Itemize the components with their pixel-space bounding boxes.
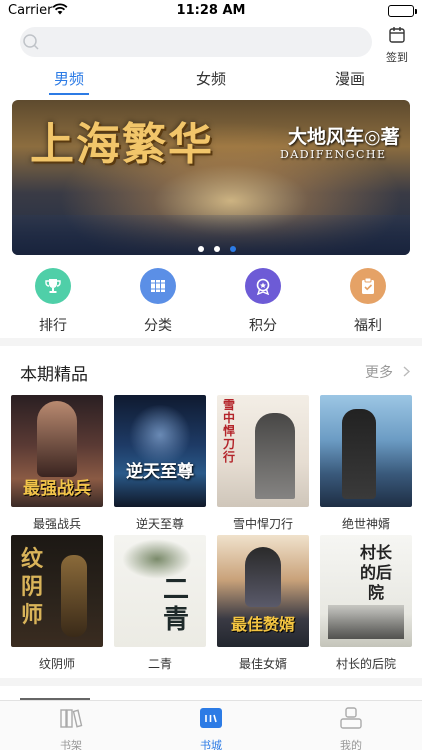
nav-points[interactable]: 积分	[233, 268, 293, 335]
banner-pinyin: DADIFENGCHE	[280, 148, 387, 161]
book-cover-title: 逆天至尊	[126, 462, 194, 482]
tab-profile[interactable]: 我的	[311, 707, 391, 750]
nav-welfare-label: 福利	[354, 318, 382, 334]
chevron-right-icon	[403, 365, 411, 381]
channel-tabs: 男频 女频 漫画	[0, 64, 422, 95]
search-input[interactable]	[20, 27, 372, 57]
book-cover-title: 纹阴师	[20, 546, 43, 628]
tab-female-label: 女频	[195, 70, 226, 88]
nav-ranking[interactable]: 排行	[23, 268, 83, 335]
book-item[interactable]: 二青 二青	[114, 535, 206, 672]
book-title: 村长的后院	[335, 657, 396, 671]
book-item[interactable]: 最强战兵 最强战兵	[11, 395, 103, 532]
book-title: 最强战兵	[32, 517, 81, 531]
book-cover: 雪中悍刀行	[217, 395, 309, 507]
page-dot-active[interactable]	[230, 246, 236, 252]
section-divider	[0, 338, 422, 346]
more-label: 更多	[365, 365, 393, 381]
section-divider	[0, 678, 422, 686]
tab-male[interactable]: 男频	[29, 68, 109, 95]
book-cover-title: 村长的后院	[359, 543, 392, 602]
trophy-icon	[35, 268, 71, 304]
checkin-button[interactable]: 签到	[384, 26, 410, 65]
book-item[interactable]: 村长的后院 村长的后院	[320, 535, 412, 672]
book-cover: 纹阴师	[11, 535, 103, 647]
book-title: 纹阴师	[38, 657, 75, 671]
more-link[interactable]: 更多	[365, 362, 411, 382]
battery-icon	[388, 5, 417, 17]
book-cover: 最强战兵	[11, 395, 103, 507]
nav-points-label: 积分	[249, 318, 277, 334]
banner-author: 大地风车◎著	[288, 126, 400, 148]
book-item[interactable]: 纹阴师 纹阴师	[11, 535, 103, 672]
gift-clipboard-icon	[350, 268, 386, 304]
calendar-icon	[384, 26, 410, 48]
book-title: 绝世神婿	[341, 517, 390, 531]
tab-bookshelf[interactable]: 书架	[31, 707, 111, 750]
tab-bookshelf-label: 书架	[60, 739, 82, 750]
tab-bookstore[interactable]: 书城	[171, 707, 251, 750]
book-cover: 村长的后院	[320, 535, 412, 647]
nav-category-label: 分类	[144, 318, 172, 334]
book-item[interactable]: 逆天至尊 逆天至尊	[114, 395, 206, 532]
tab-comic-label: 漫画	[334, 70, 365, 88]
book-cover	[320, 395, 412, 507]
tab-bookstore-label: 书城	[200, 739, 222, 750]
book-item[interactable]: 最佳赘婿 最佳女婿	[217, 535, 309, 672]
promo-banner[interactable]: 上海繁华 大地风车◎著 DADIFENGCHE	[12, 100, 410, 255]
featured-section-header: 本期精品 更多	[0, 356, 422, 386]
book-cover-title: 最强战兵	[23, 479, 91, 499]
status-bar: Carrier 11:28 AM	[0, 0, 422, 22]
checkin-label: 签到	[386, 51, 408, 64]
search-icon	[22, 33, 40, 55]
book-cover: 逆天至尊	[114, 395, 206, 507]
bookshelf-icon	[59, 709, 83, 733]
books-category-icon	[140, 268, 176, 304]
book-item[interactable]: 雪中悍刀行 雪中悍刀行	[217, 395, 309, 532]
banner-page-indicator	[198, 237, 246, 255]
nav-ranking-label: 排行	[39, 318, 67, 334]
medal-points-icon	[245, 268, 281, 304]
tab-male-label: 男频	[53, 70, 84, 88]
book-title: 二青	[147, 657, 172, 671]
book-cover-title: 最佳赘婿	[230, 615, 295, 634]
book-title: 雪中悍刀行	[232, 517, 293, 531]
bottom-tab-bar: 书架 书城 我的	[0, 700, 422, 750]
quick-nav: 排行 分类 积分 福利	[0, 268, 422, 338]
clock: 11:28 AM	[176, 3, 246, 18]
page-dot[interactable]	[214, 246, 220, 252]
banner-title: 上海繁华	[30, 119, 214, 170]
tab-female[interactable]: 女频	[171, 68, 251, 89]
nav-welfare[interactable]: 福利	[338, 268, 398, 335]
active-tab-indicator	[49, 93, 89, 95]
tab-profile-label: 我的	[340, 739, 362, 750]
book-cover: 最佳赘婿	[217, 535, 309, 647]
book-cover-title: 雪中悍刀行	[222, 398, 235, 464]
book-title: 最佳女婿	[238, 657, 287, 671]
book-cover-title: 二青	[162, 575, 189, 635]
book-cover: 二青	[114, 535, 206, 647]
profile-icon	[339, 707, 363, 733]
section-title: 本期精品	[20, 365, 88, 385]
book-item[interactable]: 绝世神婿	[320, 395, 412, 532]
bookstore-icon	[199, 708, 223, 733]
nav-category[interactable]: 分类	[128, 268, 188, 335]
page-dot[interactable]	[198, 246, 204, 252]
book-title: 逆天至尊	[135, 517, 184, 531]
tab-comic[interactable]: 漫画	[310, 68, 390, 89]
